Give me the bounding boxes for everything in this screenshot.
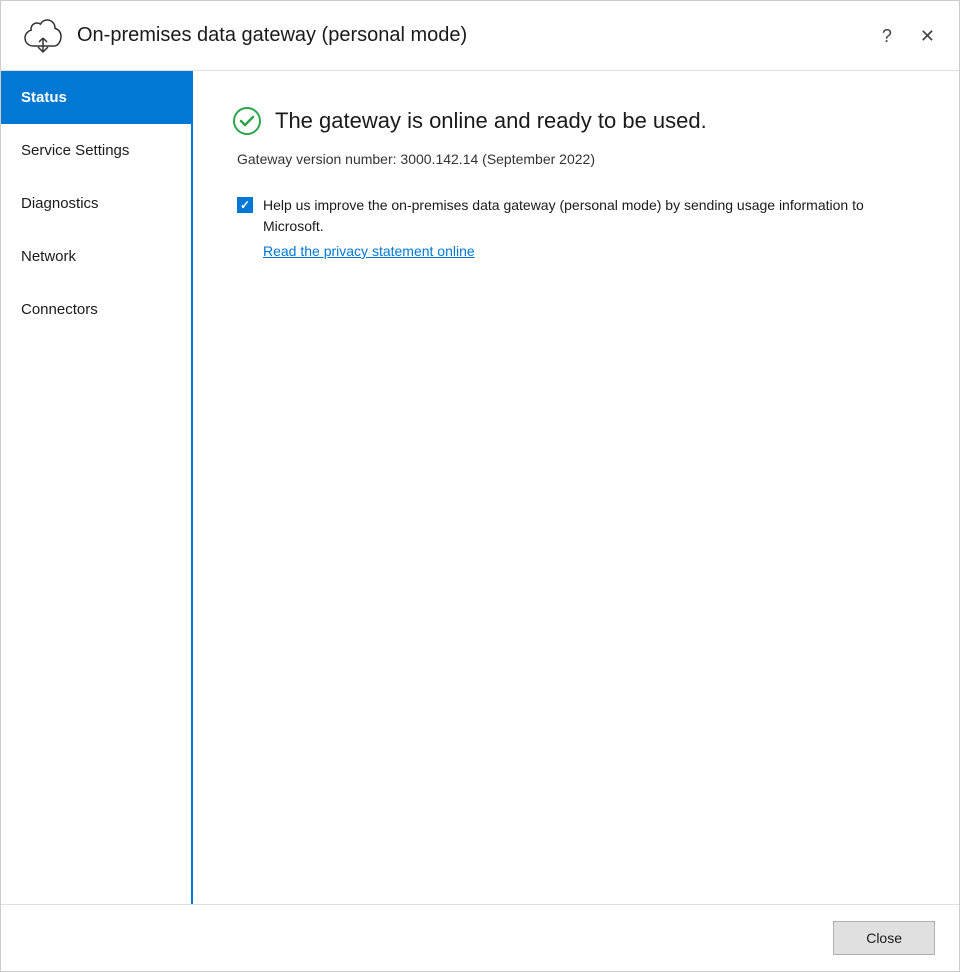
title-bar: On-premises data gateway (personal mode)… xyxy=(1,1,959,71)
footer: Close xyxy=(1,904,959,971)
sidebar-item-diagnostics[interactable]: Diagnostics xyxy=(1,177,191,230)
privacy-link[interactable]: Read the privacy statement online xyxy=(263,243,919,259)
sidebar-item-service-settings[interactable]: Service Settings xyxy=(1,124,191,177)
version-text: Gateway version number: 3000.142.14 (Sep… xyxy=(233,151,919,167)
privacy-text: Help us improve the on-premises data gat… xyxy=(263,195,919,237)
sidebar: Status Service Settings Diagnostics Netw… xyxy=(1,71,193,904)
help-button[interactable]: ? xyxy=(874,23,900,49)
status-header: The gateway is online and ready to be us… xyxy=(233,107,919,135)
sidebar-item-status[interactable]: Status xyxy=(1,71,191,124)
window-close-button[interactable]: ✕ xyxy=(912,23,943,49)
privacy-text-block: Help us improve the on-premises data gat… xyxy=(263,195,919,259)
status-title: The gateway is online and ready to be us… xyxy=(275,108,707,134)
close-button[interactable]: Close xyxy=(833,921,935,955)
window-title: On-premises data gateway (personal mode) xyxy=(77,24,467,47)
title-left: On-premises data gateway (personal mode) xyxy=(21,16,467,56)
title-buttons: ? ✕ xyxy=(874,23,943,49)
content-area: Status Service Settings Diagnostics Netw… xyxy=(1,71,959,904)
sidebar-item-connectors[interactable]: Connectors xyxy=(1,283,191,336)
cloud-icon xyxy=(21,16,65,56)
sidebar-item-network[interactable]: Network xyxy=(1,230,191,283)
privacy-section: Help us improve the on-premises data gat… xyxy=(233,195,919,259)
main-window: On-premises data gateway (personal mode)… xyxy=(0,0,960,972)
privacy-checkbox[interactable] xyxy=(237,197,253,213)
main-content: The gateway is online and ready to be us… xyxy=(193,71,959,904)
status-online-icon xyxy=(233,107,261,135)
